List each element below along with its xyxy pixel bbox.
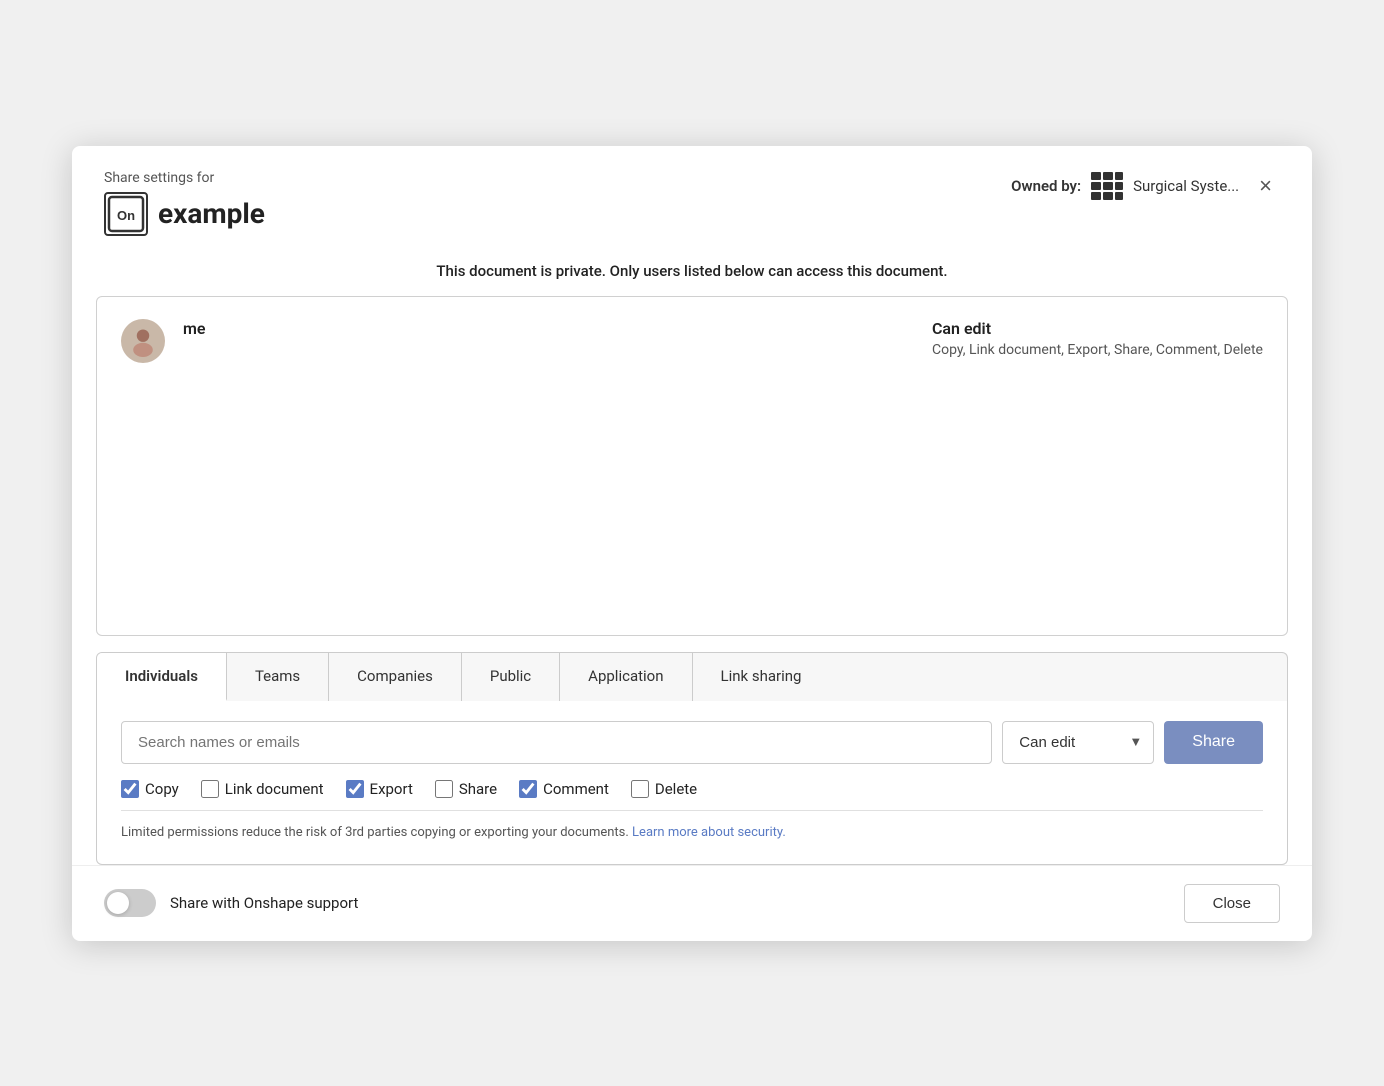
user-row: me Can edit Copy, Link document, Export,… <box>97 297 1287 385</box>
search-input[interactable] <box>121 721 992 764</box>
owned-by-label: Owned by: <box>1011 177 1081 195</box>
share-settings-label: Share settings for <box>104 170 265 186</box>
doc-title-row: On example <box>104 192 265 236</box>
tab-individuals[interactable]: Individuals <box>97 653 227 701</box>
tab-public[interactable]: Public <box>462 653 560 701</box>
perm-comment-label: Comment <box>543 780 609 798</box>
checkbox-delete[interactable] <box>631 780 649 798</box>
checkbox-export[interactable] <box>346 780 364 798</box>
doc-icon-svg: On <box>107 195 145 233</box>
tabs-section: Individuals Teams Companies Public Appli… <box>96 652 1288 865</box>
owner-org-icon <box>1089 170 1125 202</box>
owner-icon <box>1089 170 1125 202</box>
tab-content: Can edit Can view Can comment ▼ Share Co… <box>96 701 1288 865</box>
owner-name: Surgical Syste... <box>1133 177 1239 195</box>
users-box: me Can edit Copy, Link document, Export,… <box>96 296 1288 636</box>
tab-link-sharing[interactable]: Link sharing <box>693 653 830 701</box>
header-left: Share settings for On example <box>104 170 265 236</box>
header-right: Owned by: Surgical Syste <box>1011 170 1280 202</box>
doc-icon: On <box>104 192 148 236</box>
tab-companies[interactable]: Companies <box>329 653 462 701</box>
share-support-row: Share with Onshape support <box>104 889 358 917</box>
perm-comment[interactable]: Comment <box>519 780 609 798</box>
toggle-slider <box>104 889 156 917</box>
security-link[interactable]: Learn more about security. <box>632 825 786 840</box>
search-share-row: Can edit Can view Can comment ▼ Share <box>121 721 1263 764</box>
modal-footer: Share with Onshape support Close <box>72 865 1312 941</box>
share-button[interactable]: Share <box>1164 721 1263 764</box>
perm-link-document[interactable]: Link document <box>201 780 324 798</box>
tab-teams[interactable]: Teams <box>227 653 329 701</box>
close-icon[interactable]: × <box>1251 171 1280 201</box>
owned-by: Owned by: Surgical Syste <box>1011 170 1239 202</box>
user-right: Can edit Copy, Link document, Export, Sh… <box>932 319 1263 358</box>
doc-title: example <box>158 197 265 230</box>
user-permission-title: Can edit <box>932 319 1263 338</box>
close-button[interactable]: Close <box>1184 884 1280 923</box>
permission-select-wrap: Can edit Can view Can comment ▼ <box>1002 721 1154 764</box>
permissions-row: Copy Link document Export Share Comment <box>121 780 1263 798</box>
avatar-icon <box>127 325 159 357</box>
user-name: me <box>183 319 914 338</box>
user-info: me <box>183 319 914 340</box>
security-note: Limited permissions reduce the risk of 3… <box>121 810 1263 840</box>
privacy-notice: This document is private. Only users lis… <box>72 252 1312 296</box>
tabs: Individuals Teams Companies Public Appli… <box>96 652 1288 701</box>
perm-copy[interactable]: Copy <box>121 780 179 798</box>
share-settings-modal: Share settings for On example Owned by: <box>72 146 1312 941</box>
permission-select[interactable]: Can edit Can view Can comment <box>1002 721 1154 764</box>
perm-delete-label: Delete <box>655 780 697 798</box>
checkbox-copy[interactable] <box>121 780 139 798</box>
perm-delete[interactable]: Delete <box>631 780 697 798</box>
avatar <box>121 319 165 363</box>
share-support-label: Share with Onshape support <box>170 894 358 912</box>
security-note-text: Limited permissions reduce the risk of 3… <box>121 825 629 840</box>
modal-header: Share settings for On example Owned by: <box>72 146 1312 252</box>
user-permission-detail: Copy, Link document, Export, Share, Comm… <box>932 342 1263 358</box>
checkbox-comment[interactable] <box>519 780 537 798</box>
perm-share-label: Share <box>459 780 497 798</box>
perm-link-document-label: Link document <box>225 780 324 798</box>
checkbox-link-document[interactable] <box>201 780 219 798</box>
perm-export-label: Export <box>370 780 413 798</box>
perm-copy-label: Copy <box>145 780 179 798</box>
svg-text:On: On <box>117 208 135 223</box>
perm-export[interactable]: Export <box>346 780 413 798</box>
checkbox-share[interactable] <box>435 780 453 798</box>
share-support-toggle[interactable] <box>104 889 156 917</box>
tab-application[interactable]: Application <box>560 653 692 701</box>
perm-share[interactable]: Share <box>435 780 497 798</box>
